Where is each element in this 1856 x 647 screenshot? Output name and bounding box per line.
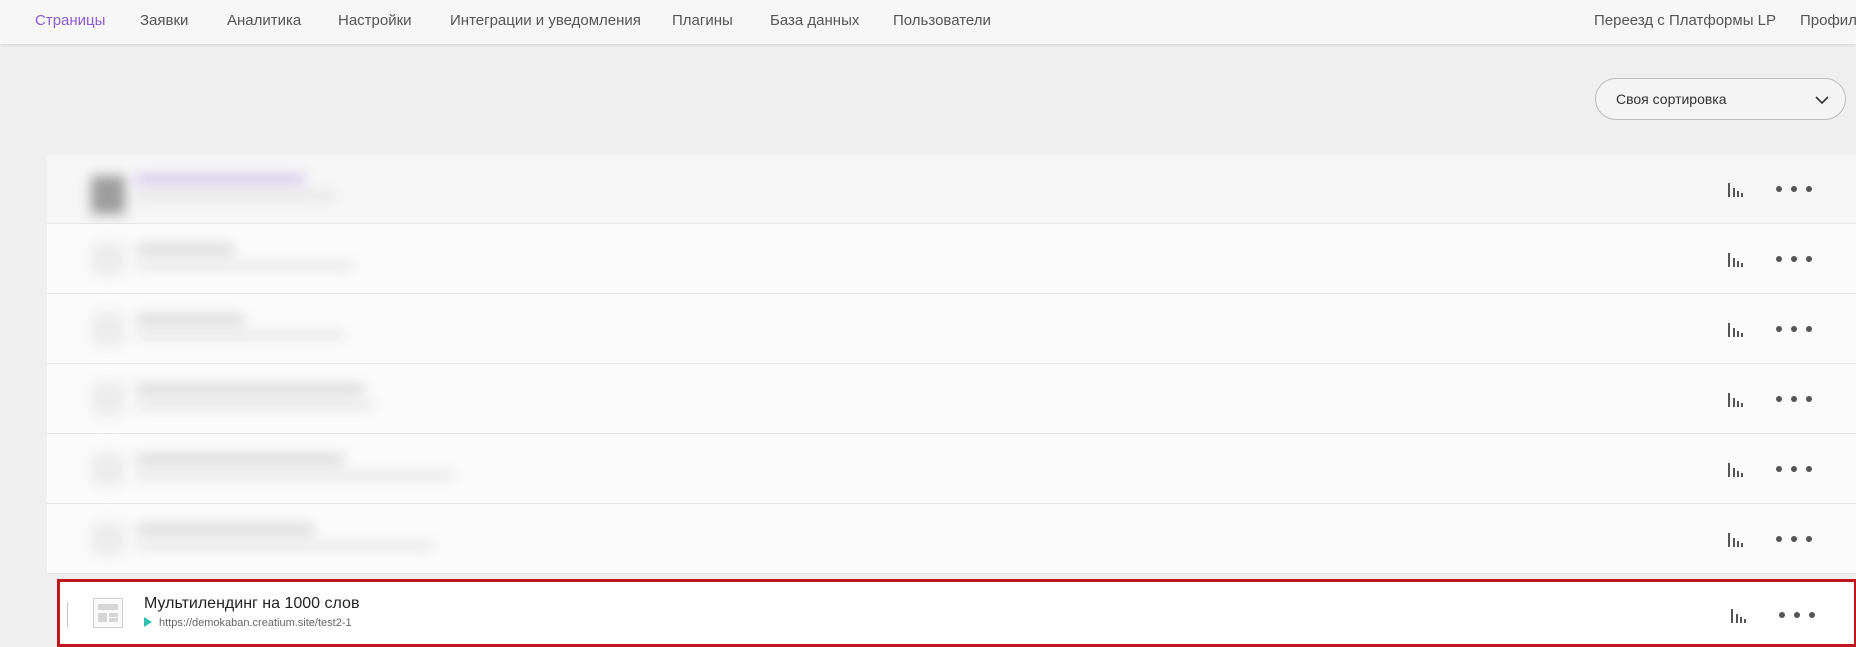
blurred-content bbox=[59, 154, 1719, 223]
selected-page-row[interactable]: Мультилендинг на 1000 слов https://demok… bbox=[57, 579, 1856, 647]
list-item[interactable] bbox=[47, 294, 1856, 364]
nav-profile-link[interactable]: Профиль bbox=[1800, 12, 1856, 29]
sort-dropdown-value: Своя сортировка bbox=[1616, 91, 1727, 107]
list-item[interactable] bbox=[47, 504, 1856, 574]
more-dots-icon[interactable] bbox=[1777, 608, 1817, 622]
list-item[interactable] bbox=[47, 154, 1856, 224]
blurred-content bbox=[59, 434, 1719, 503]
more-dots-icon[interactable] bbox=[1774, 182, 1814, 196]
bar-chart-icon[interactable] bbox=[1725, 389, 1745, 409]
blurred-content bbox=[59, 224, 1719, 293]
page-url-link[interactable]: https://demokaban.creatium.site/test2-1 bbox=[159, 617, 352, 629]
nav-tab-settings[interactable]: Настройки bbox=[338, 12, 412, 29]
nav-tab-database[interactable]: База данных bbox=[770, 12, 859, 29]
list-item[interactable] bbox=[47, 224, 1856, 294]
nav-tab-plugins[interactable]: Плагины bbox=[672, 12, 733, 29]
play-icon bbox=[144, 617, 152, 627]
bar-chart-icon[interactable] bbox=[1725, 319, 1745, 339]
more-dots-icon[interactable] bbox=[1774, 532, 1814, 546]
list-item[interactable] bbox=[47, 434, 1856, 504]
more-dots-icon[interactable] bbox=[1774, 252, 1814, 266]
bar-chart-icon[interactable] bbox=[1728, 605, 1748, 625]
top-navigation: Страницы Заявки Аналитика Настройки Инте… bbox=[0, 0, 1856, 44]
nav-tab-integrations[interactable]: Интеграции и уведомления bbox=[450, 12, 641, 29]
blurred-content bbox=[59, 364, 1719, 433]
bar-chart-icon[interactable] bbox=[1725, 249, 1745, 269]
more-dots-icon[interactable] bbox=[1774, 322, 1814, 336]
page-template-icon bbox=[93, 598, 123, 628]
more-dots-icon[interactable] bbox=[1774, 462, 1814, 476]
nav-migration-link[interactable]: Переезд с Платформы LP bbox=[1594, 12, 1776, 29]
blurred-content bbox=[59, 504, 1719, 573]
bar-chart-icon[interactable] bbox=[1725, 179, 1745, 199]
sort-dropdown[interactable]: Своя сортировка bbox=[1595, 78, 1846, 120]
bar-chart-icon[interactable] bbox=[1725, 529, 1745, 549]
drag-handle[interactable] bbox=[67, 602, 68, 628]
pages-list: Мультилендинг на 1000 слов https://demok… bbox=[47, 154, 1856, 647]
page-title[interactable]: Мультилендинг на 1000 слов bbox=[144, 595, 359, 613]
page-url-row: https://demokaban.creatium.site/test2-1 bbox=[144, 617, 352, 629]
bar-chart-icon[interactable] bbox=[1725, 459, 1745, 479]
nav-tab-requests[interactable]: Заявки bbox=[140, 12, 188, 29]
blurred-content bbox=[59, 294, 1719, 363]
more-dots-icon[interactable] bbox=[1774, 392, 1814, 406]
nav-tab-analytics[interactable]: Аналитика bbox=[227, 12, 301, 29]
nav-tab-users[interactable]: Пользователи bbox=[893, 12, 991, 29]
chevron-down-icon bbox=[1815, 96, 1829, 105]
list-item[interactable] bbox=[47, 364, 1856, 434]
nav-tab-pages[interactable]: Страницы bbox=[35, 12, 105, 29]
